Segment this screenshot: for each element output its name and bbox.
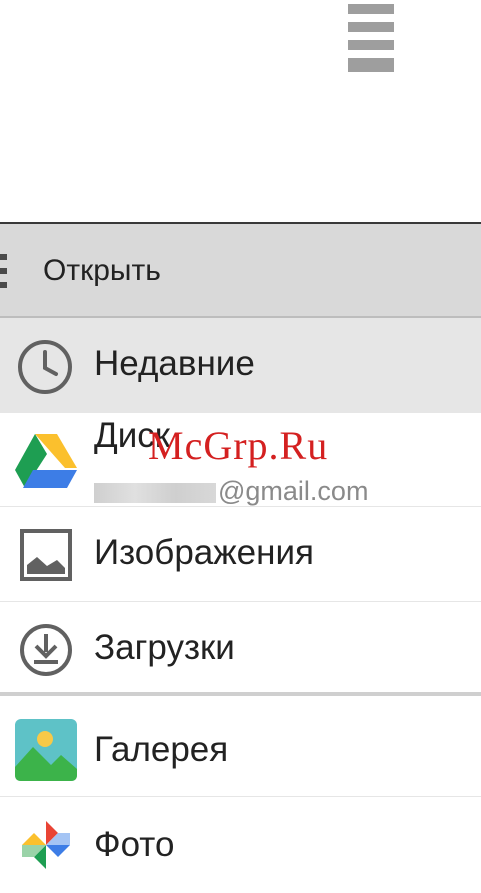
- drawer-header: Открыть: [0, 224, 481, 318]
- redacted-account-name: [94, 482, 216, 503]
- root-item-label: Недавние: [94, 344, 255, 383]
- overflow-menu-icon[interactable]: [348, 4, 394, 74]
- image-icon: [20, 529, 72, 586]
- root-item-images[interactable]: Изображения: [0, 507, 481, 602]
- watermark: McGrp.Ru: [148, 423, 329, 468]
- app-item-label: Галерея: [94, 730, 229, 769]
- root-item-label: Загрузки: [94, 628, 235, 667]
- app-background: [0, 0, 481, 222]
- drawer-toggle-icon[interactable]: [0, 254, 7, 288]
- google-drive-icon: [15, 432, 77, 493]
- app-item-label: Фото: [94, 825, 175, 864]
- app-item-gallery[interactable]: Галерея: [0, 702, 481, 797]
- clock-icon: [16, 338, 74, 401]
- root-item-recent[interactable]: Недавние: [0, 318, 481, 413]
- account-email: @gmail.com: [94, 476, 368, 507]
- download-icon: [18, 622, 74, 683]
- root-item-downloads[interactable]: Загрузки: [0, 602, 481, 696]
- section-divider: [0, 692, 481, 696]
- google-photos-icon: [18, 817, 74, 878]
- open-from-drawer: Открыть Недавние Диск @gmail.com Изображ…: [0, 222, 481, 893]
- root-item-label: Изображения: [94, 533, 314, 572]
- gallery-icon: [15, 719, 77, 786]
- page-title: Открыть: [43, 254, 161, 287]
- app-item-photos[interactable]: Фото: [0, 797, 481, 891]
